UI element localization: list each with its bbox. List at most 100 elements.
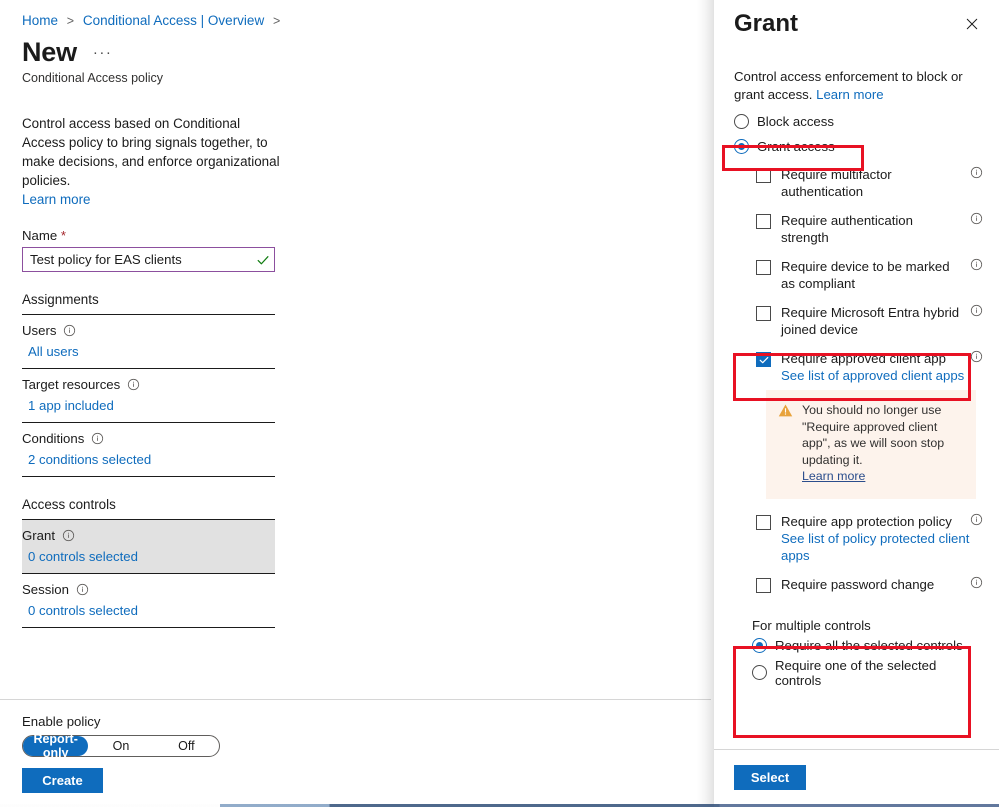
radio-block-access-indicator[interactable] [734,114,749,129]
access-control-grant-label-row: Grant [22,528,275,543]
info-icon[interactable] [62,529,75,542]
info-icon[interactable] [970,513,983,526]
control-label-require-device-compliant: Require device to be marked as compliant [781,259,950,291]
page-title: New [22,37,77,67]
info-icon[interactable] [970,576,983,589]
access-control-grant-label: Grant [22,528,55,543]
page-subtitle: Conditional Access policy [22,71,164,85]
multiple-controls-title: For multiple controls [752,617,871,633]
flyout-title: Grant [734,10,799,37]
control-text-require-approved-client-app: Require approved client app See list of … [781,350,983,384]
control-require-authentication-strength[interactable]: Require authentication strength [756,212,983,246]
name-input-wrapper [22,247,275,272]
info-icon[interactable] [91,432,104,445]
create-button[interactable]: Create [22,768,103,793]
info-icon[interactable] [970,166,983,179]
link-see-policy-protected-client-apps[interactable]: See list of policy protected client apps [781,530,983,564]
checkbox-require-password-change[interactable] [756,577,771,593]
control-label-require-password-change: Require password change [781,576,935,592]
deprecation-warning-learn-more-link[interactable]: Learn more [802,468,964,485]
checkbox-require-device-compliant[interactable] [756,260,771,275]
info-icon[interactable] [970,212,983,225]
radio-require-all-label: Require all the selected controls [775,637,963,653]
access-control-session-value[interactable]: 0 controls selected [22,603,275,618]
assignment-conditions-value[interactable]: 2 conditions selected [22,452,275,467]
enable-policy-toggle[interactable]: Report-only On Off [22,732,220,760]
control-text-require-device-compliant: Require device to be marked as compliant [781,258,983,292]
policy-name-input[interactable] [30,248,256,271]
info-icon[interactable] [127,378,140,391]
checkbox-require-app-protection-policy[interactable] [756,514,771,530]
access-control-session-label: Session [22,582,69,597]
checkbox-require-entra-hybrid-joined-device[interactable] [756,306,771,321]
control-label-require-multifactor-authentication: Require multifactor authentication [781,167,892,199]
breadcrumb-separator-trailing: > [272,14,281,28]
radio-require-one-label: Require one of the selected controls [775,657,937,688]
close-icon[interactable] [961,13,983,35]
info-icon[interactable] [970,350,983,363]
radio-grant-access-indicator[interactable] [734,139,749,154]
toggle-option-report-only[interactable]: Report-only [23,732,89,760]
radio-require-all-indicator[interactable] [752,637,767,653]
access-control-row-grant[interactable]: Grant 0 controls selected [22,520,275,574]
checkbox-require-multifactor-authentication[interactable] [756,168,771,183]
checkbox-require-approved-client-app[interactable] [756,352,771,367]
assignment-row-conditions[interactable]: Conditions 2 conditions selected [22,423,275,477]
control-text-require-app-protection-policy: Require app protection policy See list o… [781,513,983,564]
toggle-option-on[interactable]: On [88,736,153,756]
multiple-controls-block: For multiple controls Require all the se… [734,605,983,699]
access-control-grant-value[interactable]: 0 controls selected [22,549,275,564]
select-button[interactable]: Select [734,765,806,790]
assignment-conditions-label: Conditions [22,431,85,446]
checkmark-icon [256,253,270,267]
access-control-session-label-row: Session [22,582,275,597]
name-label-text: Name [22,228,58,243]
control-require-app-protection-policy[interactable]: Require app protection policy See list o… [756,513,983,564]
radio-require-one-of-selected-controls[interactable]: Require one of the selected controls [752,658,983,688]
control-text-require-multifactor-authentication: Require multifactor authentication [781,166,983,200]
control-require-multifactor-authentication[interactable]: Require multifactor authentication [756,166,983,200]
policy-form-footer: Enable policy Report-only On Off Create [0,699,711,807]
control-require-device-compliant[interactable]: Require device to be marked as compliant [756,258,983,292]
radio-require-one-indicator[interactable] [752,665,767,680]
access-control-row-session[interactable]: Session 0 controls selected [22,574,275,628]
control-title-line: Require password change [781,576,983,593]
assignment-row-users[interactable]: Users All users [22,315,275,369]
control-require-entra-hybrid-joined-device[interactable]: Require Microsoft Entra hybrid joined de… [756,304,983,338]
assignment-users-label: Users [22,323,57,338]
assignments-section: Assignments Users All users Target resou… [22,292,275,477]
assignment-target-resources-value[interactable]: 1 app included [22,398,275,413]
intro-learn-more-link[interactable]: Learn more [22,190,280,209]
link-see-approved-client-apps[interactable]: See list of approved client apps [781,367,983,384]
info-icon[interactable] [970,258,983,271]
control-require-password-change[interactable]: Require password change [756,576,983,593]
breadcrumb-separator: > [66,14,75,28]
breadcrumb-item-home[interactable]: Home [22,13,58,28]
info-icon[interactable] [63,324,76,337]
page-title-row: New ··· [22,36,711,68]
assignment-users-value[interactable]: All users [22,344,275,359]
toggle-option-off[interactable]: Off [154,736,219,756]
control-title-line: Require app protection policy [781,513,983,530]
more-options-button[interactable]: ··· [91,44,115,61]
control-title-line: Require authentication strength [781,212,983,246]
breadcrumb-item-conditional-access-overview[interactable]: Conditional Access | Overview [83,13,264,28]
control-text-require-authentication-strength: Require authentication strength [781,212,983,246]
assignment-row-target-resources[interactable]: Target resources 1 app included [22,369,275,423]
radio-block-access[interactable]: Block access [734,114,983,129]
intro-description: Control access based on Conditional Acce… [22,114,280,209]
access-controls-heading: Access controls [22,497,275,520]
policy-form-pane: Home > Conditional Access | Overview > N… [0,0,711,807]
grant-controls-list: Require multifactor authentication Requi… [734,166,983,593]
checkbox-require-authentication-strength[interactable] [756,214,771,229]
assignments-heading: Assignments [22,292,275,315]
breadcrumb: Home > Conditional Access | Overview > [22,10,711,30]
info-icon[interactable] [76,583,89,596]
control-label-require-approved-client-app: Require approved client app [781,351,946,366]
radio-require-all-selected-controls[interactable]: Require all the selected controls [752,637,983,653]
radio-grant-access[interactable]: Grant access [734,139,983,154]
flyout-learn-more-link[interactable]: Learn more [816,87,883,102]
info-icon[interactable] [970,304,983,317]
control-require-approved-client-app[interactable]: Require approved client app See list of … [756,350,983,384]
access-controls-section: Access controls Grant 0 controls selecte… [22,497,275,628]
